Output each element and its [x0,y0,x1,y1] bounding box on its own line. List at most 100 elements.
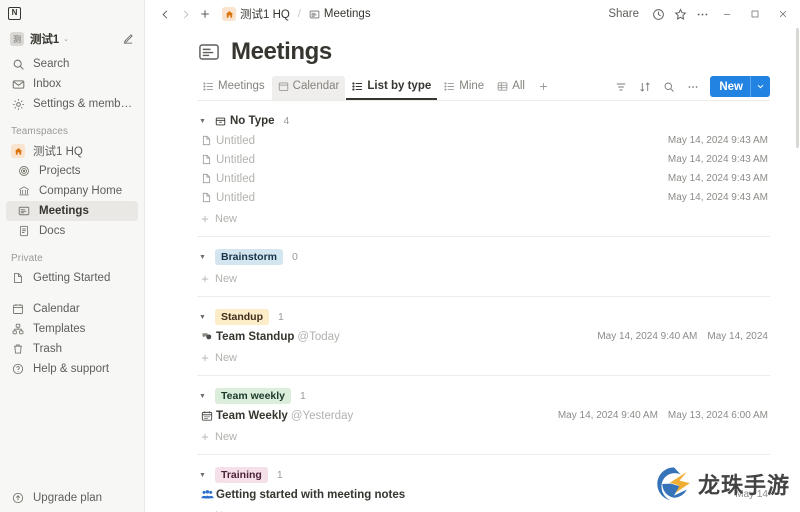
breadcrumb-item-meetings[interactable]: Meetings [306,6,374,22]
tab-all[interactable]: All [491,76,531,100]
new-row-button[interactable]: New [197,427,770,447]
meetings-page-icon [197,40,221,64]
row-date: May 14, 2024 9:43 AM [667,154,768,165]
breadcrumb-label: Meetings [323,8,371,20]
tab-meetings[interactable]: Meetings [197,76,271,100]
row-mention: @Today [297,330,340,343]
sidebar-item-inbox[interactable]: Inbox [6,74,138,94]
sidebar-item-calendar[interactable]: Calendar [6,299,138,319]
table-row[interactable]: Team Weekly @Yesterday May 14, 2024 9:40… [197,406,770,425]
caret-down-icon[interactable]: ▼ [199,472,209,479]
sidebar-item-upgrade-plan[interactable]: Upgrade plan [6,492,138,512]
row-date: May 14, 2024 9:43 AM [667,192,768,203]
target-icon [17,164,31,178]
new-page-button[interactable] [195,4,215,24]
group-count: 0 [292,251,298,263]
row-title: Getting started with meeting notes [216,488,406,501]
breadcrumb-item-hq[interactable]: 测试1 HQ [219,4,293,24]
table-row[interactable]: Untitled May 14, 2024 9:43 AM [197,150,770,169]
row-title: Team Standup [216,330,295,343]
row-title: Untitled [216,134,255,147]
filter-icon[interactable] [610,77,632,97]
caret-down-icon[interactable]: ▼ [199,393,209,400]
table-row[interactable]: Untitled May 14, 2024 9:43 AM [197,188,770,207]
table-row[interactable]: Untitled May 14, 2024 9:43 AM [197,131,770,150]
plus-icon [200,432,210,442]
group-header[interactable]: ▼ Standup 1 [199,307,770,327]
group-header[interactable]: ▼ Team weekly 1 [199,386,770,406]
page-content: Meetings Meetings Calendar List by type … [145,28,800,512]
table-row[interactable]: Untitled May 14, 2024 9:43 AM [197,169,770,188]
compose-icon[interactable] [122,33,134,45]
clock-icon[interactable] [648,4,668,24]
sidebar-item-meetings[interactable]: Meetings [6,201,138,221]
sidebar-item-templates[interactable]: Templates [6,319,138,339]
sidebar-item-hq[interactable]: 测试1 HQ [6,141,138,161]
content-inner: Meetings Meetings Calendar List by type … [145,28,800,512]
meetings-page-icon [309,9,320,20]
sidebar-item-search[interactable]: Search [6,54,138,74]
tab-list-by-type[interactable]: List by type [346,76,438,100]
sidebar-item-label: Calendar [33,303,80,315]
new-row-label: New [215,273,238,285]
row-date: May 14, 2024 9:40 AM [597,331,698,342]
new-row-button[interactable]: New [197,348,770,368]
ellipsis-icon[interactable] [682,77,704,97]
sidebar-item-help[interactable]: Help & support [6,359,138,379]
sidebar-item-getting-started[interactable]: Getting Started [6,268,138,288]
sidebar-item-company-home[interactable]: Company Home [6,181,138,201]
sidebar-item-docs[interactable]: Docs [6,221,138,241]
page-icon [201,135,216,146]
caret-down-icon[interactable]: ▼ [199,118,209,125]
chevron-down-icon[interactable] [751,82,770,91]
group-header[interactable]: ▼ No Type 4 [199,111,770,131]
tab-label: Meetings [218,80,265,92]
add-view-button[interactable] [532,77,555,100]
page-icon [201,173,216,184]
upgrade-icon [11,491,25,505]
group-header[interactable]: ▼ Training 1 [199,465,770,485]
star-icon[interactable] [670,4,690,24]
sort-icon[interactable] [634,77,656,97]
group-tag: Team weekly [215,388,292,404]
new-row-label: New [215,431,238,443]
sidebar-item-settings[interactable]: Settings & members [6,94,138,114]
scrollbar-thumb[interactable] [796,28,799,148]
page-icon [201,154,216,165]
nav-back-button[interactable] [155,4,175,24]
sidebar-item-label: Search [33,58,70,70]
share-button[interactable]: Share [601,5,646,23]
table-row[interactable]: Team Standup @Today May 14, 2024 9:40 AM… [197,327,770,346]
close-button[interactable] [770,3,796,25]
plus-icon [200,353,210,363]
caret-down-icon[interactable]: ▼ [199,314,209,321]
ellipsis-icon[interactable] [692,4,712,24]
new-button[interactable]: New [710,76,770,97]
new-row-button[interactable]: New [197,269,770,289]
tab-mine[interactable]: Mine [438,76,490,100]
group-count: 4 [283,115,290,127]
vertical-scrollbar[interactable] [796,28,800,512]
row-date: May 14, 2024 [707,331,768,342]
workspace-switcher[interactable]: 测 测试1 ⌄ [6,28,138,50]
sidebar-item-projects[interactable]: Projects [6,161,138,181]
minimize-button[interactable] [714,3,740,25]
sidebar-item-trash[interactable]: Trash [6,339,138,359]
table-row[interactable]: Getting started with meeting notes May 1… [197,485,770,504]
search-icon [11,57,25,71]
caret-down-icon[interactable]: ▼ [199,254,209,261]
nav-forward-button[interactable] [175,4,195,24]
view-toolbar: New [610,76,770,100]
tab-calendar[interactable]: Calendar [271,76,346,100]
new-row-button[interactable]: New [197,506,770,512]
plus-icon [538,81,549,92]
search-icon[interactable] [658,77,680,97]
inbox-icon [11,77,25,91]
sidebar-item-label: Company Home [39,185,123,197]
page-icon [201,192,216,203]
maximize-button[interactable] [742,3,768,25]
new-row-button[interactable]: New [197,209,770,229]
notion-logo-icon: N [8,6,21,20]
group-count: 1 [300,390,306,402]
group-header[interactable]: ▼ Brainstorm 0 [199,247,770,267]
